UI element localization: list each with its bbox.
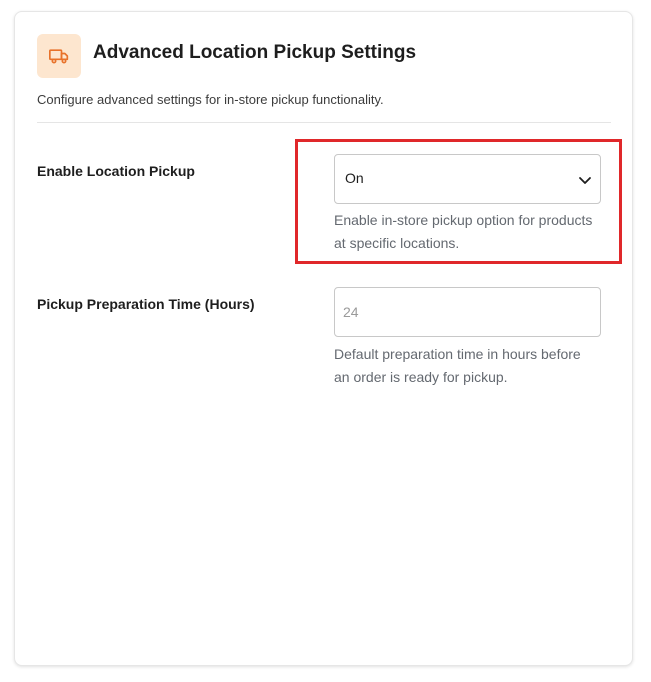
enable-location-pickup-select[interactable]: On xyxy=(334,154,601,204)
pickup-preparation-time-label: Pickup Preparation Time (Hours) xyxy=(37,296,255,312)
select-value: On xyxy=(345,170,364,186)
enable-location-pickup-help: Enable in-store pickup option for produc… xyxy=(334,212,593,251)
truck-icon-container xyxy=(37,34,81,78)
pickup-preparation-time-help: Default preparation time in hours before… xyxy=(334,346,581,385)
enable-location-pickup-label: Enable Location Pickup xyxy=(37,163,195,179)
pickup-preparation-time-input[interactable] xyxy=(334,287,601,337)
settings-card: Advanced Location Pickup Settings Config… xyxy=(14,11,633,666)
header-divider xyxy=(37,122,611,123)
page-title: Advanced Location Pickup Settings xyxy=(93,42,417,63)
page-description: Configure advanced settings for in-store… xyxy=(37,92,384,107)
truck-icon xyxy=(49,49,69,64)
chevron-down-icon xyxy=(579,177,591,184)
